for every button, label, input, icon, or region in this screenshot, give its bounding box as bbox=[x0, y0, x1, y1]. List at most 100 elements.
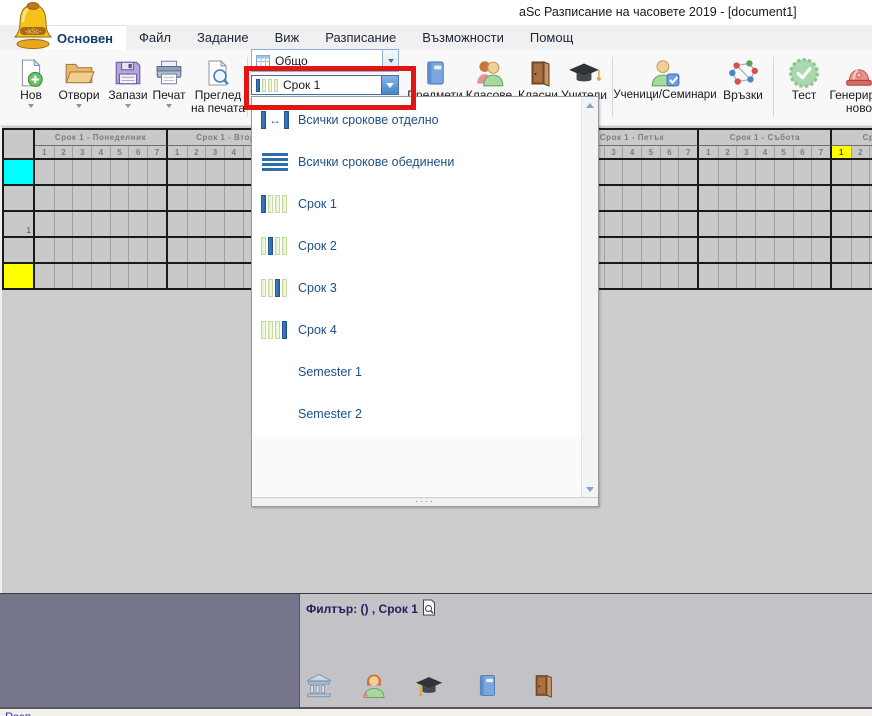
timetable-cell[interactable] bbox=[699, 238, 718, 262]
timetable-cell[interactable] bbox=[641, 238, 660, 262]
new-button[interactable]: Нов bbox=[10, 56, 52, 108]
timetable-cell[interactable] bbox=[755, 212, 774, 236]
book-small-icon[interactable] bbox=[477, 672, 497, 704]
timetable-cell[interactable] bbox=[205, 238, 224, 262]
timetable-cell[interactable] bbox=[736, 264, 755, 288]
timetable-cell[interactable] bbox=[128, 212, 147, 236]
timetable-cell[interactable] bbox=[91, 160, 110, 184]
filter-preview-icon[interactable] bbox=[422, 599, 436, 619]
timetable-cell[interactable] bbox=[832, 212, 851, 236]
timetable-cell[interactable] bbox=[793, 160, 812, 184]
timetable-cell[interactable] bbox=[718, 264, 737, 288]
timetable-cell[interactable] bbox=[660, 238, 679, 262]
timetable-cell[interactable] bbox=[718, 186, 737, 210]
timetable-cell[interactable] bbox=[832, 264, 851, 288]
timetable-cell[interactable] bbox=[678, 264, 697, 288]
timetable-cell[interactable] bbox=[774, 238, 793, 262]
timetable-cell[interactable] bbox=[54, 186, 73, 210]
timetable-cell[interactable] bbox=[755, 264, 774, 288]
timetable-cell[interactable] bbox=[755, 186, 774, 210]
timetable-cell[interactable] bbox=[54, 238, 73, 262]
timetable-cell[interactable] bbox=[224, 186, 243, 210]
timetable-cell[interactable] bbox=[832, 160, 851, 184]
timetable-cell[interactable] bbox=[678, 212, 697, 236]
timetable-cell[interactable] bbox=[35, 238, 54, 262]
timetable-cell[interactable] bbox=[718, 238, 737, 262]
timetable-cell[interactable] bbox=[110, 238, 129, 262]
generate-new-button[interactable]: Генерирай ново bbox=[823, 56, 872, 115]
timetable-cell[interactable] bbox=[72, 160, 91, 184]
timetable-cell[interactable] bbox=[110, 186, 129, 210]
timetable-cell[interactable] bbox=[678, 186, 697, 210]
timetable-cell[interactable] bbox=[851, 212, 870, 236]
timetable-cell[interactable] bbox=[35, 264, 54, 288]
building-icon[interactable] bbox=[305, 672, 333, 704]
timetable-cell[interactable] bbox=[205, 264, 224, 288]
dropdown-scrollbar[interactable] bbox=[581, 97, 598, 497]
timetable-cell[interactable] bbox=[168, 212, 187, 236]
timetable-cell[interactable] bbox=[641, 186, 660, 210]
timetable-cell[interactable] bbox=[205, 186, 224, 210]
timetable-cell[interactable] bbox=[622, 212, 641, 236]
timetable-cell[interactable] bbox=[110, 212, 129, 236]
timetable-cell[interactable] bbox=[736, 186, 755, 210]
timetable-cell[interactable] bbox=[660, 212, 679, 236]
timetable-cell[interactable] bbox=[147, 238, 166, 262]
term-option[interactable]: Срок 1 bbox=[253, 183, 580, 225]
timetable-cell[interactable] bbox=[793, 212, 812, 236]
students-seminars-button[interactable]: Ученици/Семинари bbox=[612, 56, 718, 102]
timetable-cell[interactable] bbox=[660, 160, 679, 184]
timetable-cell[interactable] bbox=[678, 160, 697, 184]
timetable-cell[interactable] bbox=[128, 238, 147, 262]
timetable-cell[interactable] bbox=[35, 160, 54, 184]
term-option[interactable]: Semester 2 bbox=[253, 393, 580, 435]
tab-Задание[interactable]: Задание bbox=[184, 25, 262, 50]
timetable-cell[interactable] bbox=[811, 264, 830, 288]
timetable-cell[interactable] bbox=[851, 186, 870, 210]
timetable-cell[interactable] bbox=[91, 264, 110, 288]
timetable-cell[interactable] bbox=[641, 212, 660, 236]
open-button[interactable]: Отвори bbox=[52, 56, 106, 108]
timetable-cell[interactable] bbox=[774, 264, 793, 288]
person-icon[interactable] bbox=[360, 670, 388, 704]
timetable-cell[interactable] bbox=[54, 212, 73, 236]
timetable-cell[interactable] bbox=[187, 160, 206, 184]
print-button[interactable]: Печат bbox=[148, 56, 190, 108]
timetable-cell[interactable] bbox=[110, 264, 129, 288]
timetable-cell[interactable] bbox=[147, 264, 166, 288]
timetable-cell[interactable] bbox=[811, 212, 830, 236]
row-header[interactable] bbox=[4, 264, 35, 288]
timetable-cell[interactable] bbox=[205, 212, 224, 236]
timetable-cell[interactable] bbox=[718, 160, 737, 184]
timetable-cell[interactable] bbox=[187, 212, 206, 236]
timetable-cell[interactable] bbox=[622, 238, 641, 262]
timetable-cell[interactable] bbox=[622, 264, 641, 288]
timetable-cell[interactable] bbox=[72, 238, 91, 262]
term-option[interactable]: Срок 2 bbox=[253, 225, 580, 267]
timetable-cell[interactable] bbox=[205, 160, 224, 184]
print-preview-button[interactable]: Преглед на печата bbox=[188, 56, 248, 115]
timetable-cell[interactable] bbox=[641, 160, 660, 184]
timetable-cell[interactable] bbox=[736, 160, 755, 184]
timetable-cell[interactable] bbox=[147, 186, 166, 210]
timetable-cell[interactable] bbox=[187, 186, 206, 210]
timetable-cell[interactable] bbox=[793, 238, 812, 262]
timetable-cell[interactable] bbox=[128, 186, 147, 210]
door-small-icon[interactable] bbox=[529, 672, 554, 704]
timetable-cell[interactable] bbox=[755, 238, 774, 262]
dropdown-resize-grip[interactable]: ···· bbox=[252, 497, 598, 506]
timetable-cell[interactable] bbox=[128, 264, 147, 288]
timetable-cell[interactable] bbox=[851, 238, 870, 262]
timetable-cell[interactable] bbox=[54, 160, 73, 184]
timetable-cell[interactable] bbox=[168, 264, 187, 288]
timetable-cell[interactable] bbox=[774, 160, 793, 184]
timetable-cell[interactable] bbox=[168, 160, 187, 184]
term-option[interactable]: Semester 1 bbox=[253, 351, 580, 393]
timetable-cell[interactable] bbox=[604, 212, 623, 236]
graduation-cap-small-icon[interactable] bbox=[414, 672, 444, 704]
timetable-cell[interactable] bbox=[91, 186, 110, 210]
timetable-cell[interactable] bbox=[604, 238, 623, 262]
timetable-cell[interactable] bbox=[736, 212, 755, 236]
timetable-cell[interactable] bbox=[224, 238, 243, 262]
timetable-cell[interactable] bbox=[660, 264, 679, 288]
